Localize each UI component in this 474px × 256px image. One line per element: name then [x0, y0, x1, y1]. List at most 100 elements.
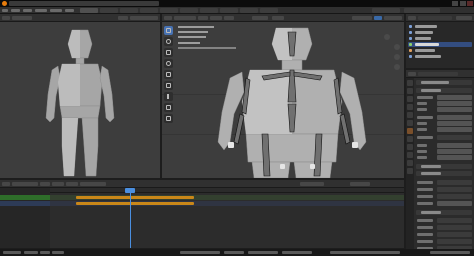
property-row[interactable] [417, 194, 472, 199]
modifier-tab-icon[interactable] [407, 136, 413, 142]
viewport-camera[interactable] [0, 14, 160, 178]
zoom-icon[interactable] [394, 44, 400, 50]
outliner-row[interactable] [408, 24, 472, 29]
frame-end-field[interactable] [282, 251, 312, 254]
tool-tab-icon[interactable] [407, 80, 413, 86]
editor-type-icon[interactable] [164, 16, 172, 20]
select-icon[interactable] [164, 26, 173, 35]
properties-search-input[interactable] [418, 72, 458, 76]
measure-icon[interactable] [164, 103, 173, 112]
menu-select[interactable] [210, 16, 222, 20]
menu-item-edit[interactable] [23, 9, 32, 12]
property-row[interactable] [417, 218, 472, 223]
keyframe-interpolation-dropdown[interactable] [300, 182, 324, 186]
view-mode-dropdown[interactable] [12, 16, 32, 20]
property-row[interactable] [417, 127, 472, 132]
bone-size-icon[interactable] [164, 114, 173, 123]
render-tab-icon[interactable] [407, 88, 413, 94]
scene-selector[interactable] [372, 8, 400, 13]
menu-item-file[interactable] [11, 9, 20, 12]
close-icon[interactable] [467, 1, 473, 6]
keying-dropdown[interactable] [24, 251, 38, 254]
playback-controls[interactable] [180, 251, 220, 254]
channel-row-summary[interactable] [0, 195, 50, 200]
playhead-line[interactable] [130, 188, 131, 248]
properties-editor[interactable] [406, 70, 474, 256]
menu-pose[interactable] [224, 16, 234, 20]
data-tab-icon[interactable] [407, 160, 413, 166]
filters-dropdown[interactable] [350, 182, 370, 186]
output-tab-icon[interactable] [407, 96, 413, 102]
workspace-tab-modeling[interactable] [100, 8, 118, 13]
workspace-tab-texture-paint[interactable] [160, 8, 178, 13]
frame-ruler[interactable] [50, 188, 404, 193]
filter-icon[interactable] [456, 16, 472, 20]
cursor-icon[interactable] [164, 37, 173, 46]
pivot-dropdown[interactable] [272, 16, 284, 20]
outliner[interactable] [406, 14, 474, 68]
menu-marker[interactable] [52, 251, 64, 254]
frame-start-field[interactable] [248, 251, 278, 254]
overlay-toggle[interactable] [118, 16, 128, 20]
view-layer-selector[interactable] [404, 8, 440, 13]
property-row[interactable] [417, 121, 472, 126]
object-tab-icon[interactable] [407, 128, 413, 134]
move-icon[interactable] [164, 48, 173, 57]
minimize-icon[interactable] [452, 1, 458, 6]
action-strip[interactable] [76, 202, 194, 205]
bone-tab-icon[interactable] [407, 168, 413, 174]
outliner-row[interactable] [408, 54, 472, 59]
workspace-tab-layout[interactable] [80, 8, 98, 13]
workspace-tab-animation[interactable] [200, 8, 218, 13]
workspace-tab-compositing[interactable] [240, 8, 258, 13]
annotate-icon[interactable] [164, 92, 173, 101]
property-row[interactable] [417, 101, 472, 106]
viewport-pose-mode[interactable] [162, 14, 404, 178]
editor-type-icon[interactable] [2, 182, 10, 186]
channel-row-action[interactable] [0, 201, 50, 206]
camera-view-icon[interactable] [394, 64, 400, 70]
property-row[interactable] [417, 239, 472, 244]
outliner-row[interactable] [408, 30, 472, 35]
blender-menu-icon[interactable] [2, 9, 8, 12]
panel-instancing[interactable] [416, 210, 472, 215]
menu-item-window[interactable] [50, 9, 62, 12]
outliner-row[interactable] [408, 36, 472, 41]
overlay-toggle[interactable] [352, 16, 372, 20]
property-row[interactable] [417, 187, 472, 192]
property-row[interactable] [417, 149, 472, 154]
scale-icon[interactable] [164, 70, 173, 79]
property-row[interactable] [417, 143, 472, 148]
menu-view[interactable] [198, 16, 208, 20]
menu-select[interactable] [52, 182, 64, 186]
property-row[interactable] [417, 95, 472, 100]
world-tab-icon[interactable] [407, 120, 413, 126]
solid-shading-button[interactable] [374, 16, 382, 20]
property-row[interactable] [417, 107, 472, 112]
menu-marker[interactable] [66, 182, 78, 186]
outliner-row[interactable] [408, 48, 472, 53]
playhead-handle[interactable] [125, 188, 135, 193]
panel-relations[interactable] [416, 164, 472, 169]
workspace-tab-uv-editing[interactable] [140, 8, 158, 13]
outliner-row-selected[interactable] [408, 42, 472, 47]
menu-item-render[interactable] [35, 9, 47, 12]
transform-orientation-dropdown[interactable] [252, 16, 268, 20]
property-row[interactable] [417, 180, 472, 185]
navigation-gizmo-icon[interactable] [384, 34, 390, 40]
workspace-tab-scripting[interactable] [260, 8, 278, 13]
constraint-tab-icon[interactable] [407, 152, 413, 158]
mode-dropdown[interactable] [174, 16, 196, 20]
menu-view[interactable] [40, 182, 50, 186]
editor-type-icon[interactable] [408, 72, 416, 76]
workspace-tab-sculpting[interactable] [120, 8, 138, 13]
property-row[interactable] [417, 135, 472, 140]
workspace-tab-rendering[interactable] [220, 8, 238, 13]
menu-view[interactable] [40, 251, 50, 254]
property-row[interactable] [417, 225, 472, 230]
panel-collections[interactable] [416, 171, 472, 176]
panel-transform[interactable] [416, 88, 472, 93]
workspace-tab-shading[interactable] [180, 8, 198, 13]
view-layer-tab-icon[interactable] [407, 104, 413, 110]
physics-tab-icon[interactable] [407, 144, 413, 150]
